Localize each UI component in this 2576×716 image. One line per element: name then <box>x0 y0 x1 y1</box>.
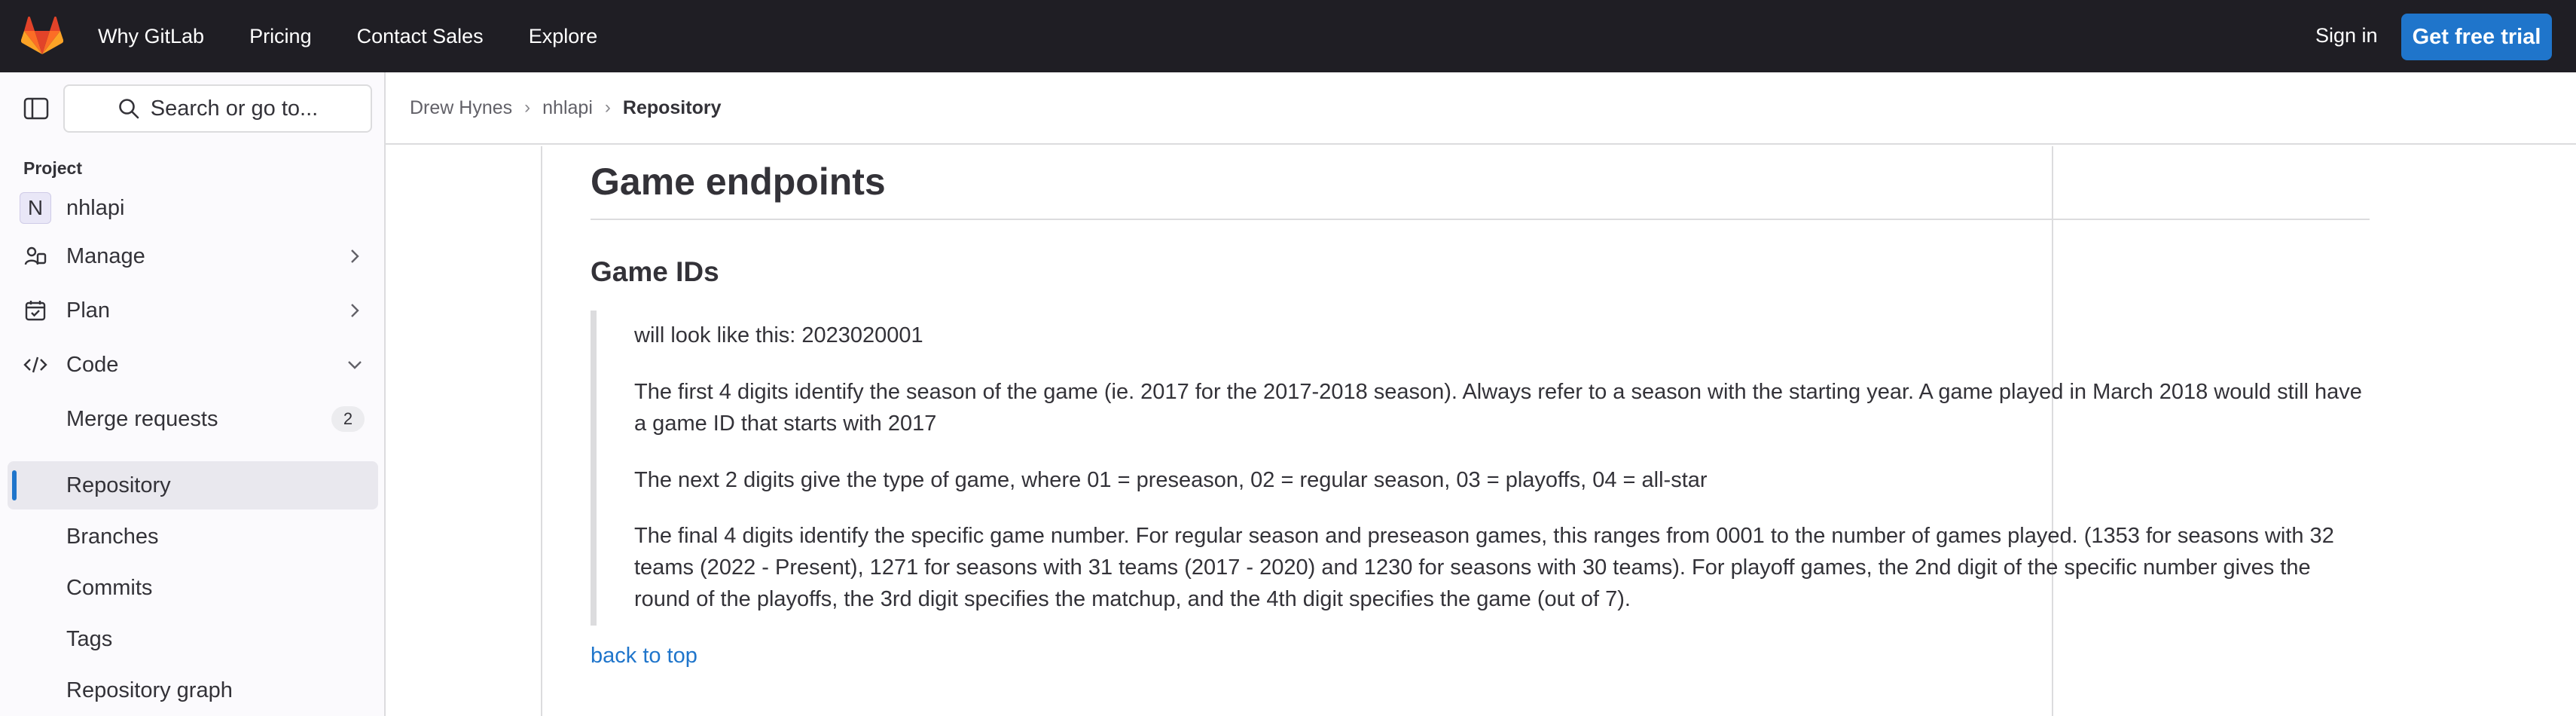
quote-paragraph: The final 4 digits identify the specific… <box>634 524 2334 611</box>
nav-why-gitlab[interactable]: Why GitLab <box>98 25 204 48</box>
search-icon <box>118 99 139 119</box>
breadcrumb: Drew Hynes › nhlapi › Repository <box>386 72 2576 145</box>
heading-divider <box>591 219 2370 220</box>
sidebar-item-manage[interactable]: Manage <box>8 232 378 280</box>
chevron-right-icon <box>351 249 359 263</box>
readme-content: Game endpoints Game IDs will look like t… <box>386 146 2576 716</box>
sidebar-item-label: Tags <box>66 626 113 651</box>
sidebar: Search or go to... Project N nhlapi Mana… <box>0 72 386 716</box>
sign-in-link[interactable]: Sign in <box>2315 24 2378 47</box>
get-free-trial-button[interactable]: Get free trial <box>2401 14 2552 60</box>
heading-game-ids: Game IDs <box>591 256 719 287</box>
sidebar-toggle-icon[interactable] <box>23 95 50 122</box>
breadcrumb-item-current[interactable]: Repository <box>623 97 722 119</box>
game-ids-blockquote: will look like this: 2023020001 The firs… <box>591 311 2370 626</box>
sidebar-item-plan[interactable]: Plan <box>8 286 378 335</box>
sidebar-item-tags[interactable]: Tags <box>8 615 378 663</box>
sidebar-item-label: Merge requests <box>66 406 218 431</box>
chevron-right-icon: › <box>524 97 531 118</box>
nav-contact-sales[interactable]: Contact Sales <box>357 25 484 48</box>
code-icon <box>23 352 48 378</box>
breadcrumb-item-owner[interactable]: Drew Hynes <box>410 97 512 119</box>
sidebar-item-label: Manage <box>66 243 145 268</box>
sidebar-item-commits[interactable]: Commits <box>8 564 378 612</box>
marketing-nav: Why GitLab Pricing Contact Sales Explore <box>98 0 597 72</box>
nav-explore[interactable]: Explore <box>529 25 598 48</box>
sidebar-item-label: Code <box>66 352 119 377</box>
quote-paragraph: will look like this: 2023020001 <box>634 323 923 347</box>
chevron-right-icon: › <box>604 97 611 118</box>
calendar-icon <box>23 298 48 323</box>
sidebar-item-repository-graph[interactable]: Repository graph <box>8 666 378 714</box>
sidebar-item-label: Commits <box>66 575 153 600</box>
section-label-project: Project <box>23 158 82 178</box>
nav-pricing[interactable]: Pricing <box>249 25 312 48</box>
top-navigation-bar: Why GitLab Pricing Contact Sales Explore… <box>0 0 2576 72</box>
search-placeholder: Search or go to... <box>150 96 319 121</box>
merge-requests-count-badge: 2 <box>331 406 365 432</box>
chevron-down-icon <box>348 361 362 369</box>
sidebar-item-code[interactable]: Code <box>8 341 378 389</box>
sidebar-item-repository[interactable]: Repository <box>8 461 378 509</box>
quote-paragraph: The first 4 digits identify the season o… <box>634 380 2362 436</box>
heading-game-endpoints: Game endpoints <box>591 161 886 203</box>
sidebar-item-label: Repository <box>66 473 171 497</box>
quote-paragraph: The next 2 digits give the type of game,… <box>634 468 1708 492</box>
sidebar-item-label: Repository graph <box>66 678 233 702</box>
project-name: nhlapi <box>66 195 125 220</box>
back-to-top-link[interactable]: back to top <box>591 644 697 669</box>
gitlab-logo-icon[interactable] <box>21 17 63 56</box>
sidebar-item-merge-requests[interactable]: Merge requests 2 <box>8 395 378 443</box>
search-input[interactable]: Search or go to... <box>63 84 372 133</box>
breadcrumb-item-project[interactable]: nhlapi <box>542 97 593 119</box>
sidebar-item-label: Plan <box>66 298 111 323</box>
sidebar-item-branches[interactable]: Branches <box>8 513 378 561</box>
project-avatar: N <box>20 192 51 224</box>
users-icon <box>23 243 48 269</box>
sidebar-item-project[interactable]: N nhlapi <box>8 184 378 232</box>
chevron-right-icon <box>351 304 359 317</box>
sidebar-item-label: Branches <box>66 524 159 549</box>
